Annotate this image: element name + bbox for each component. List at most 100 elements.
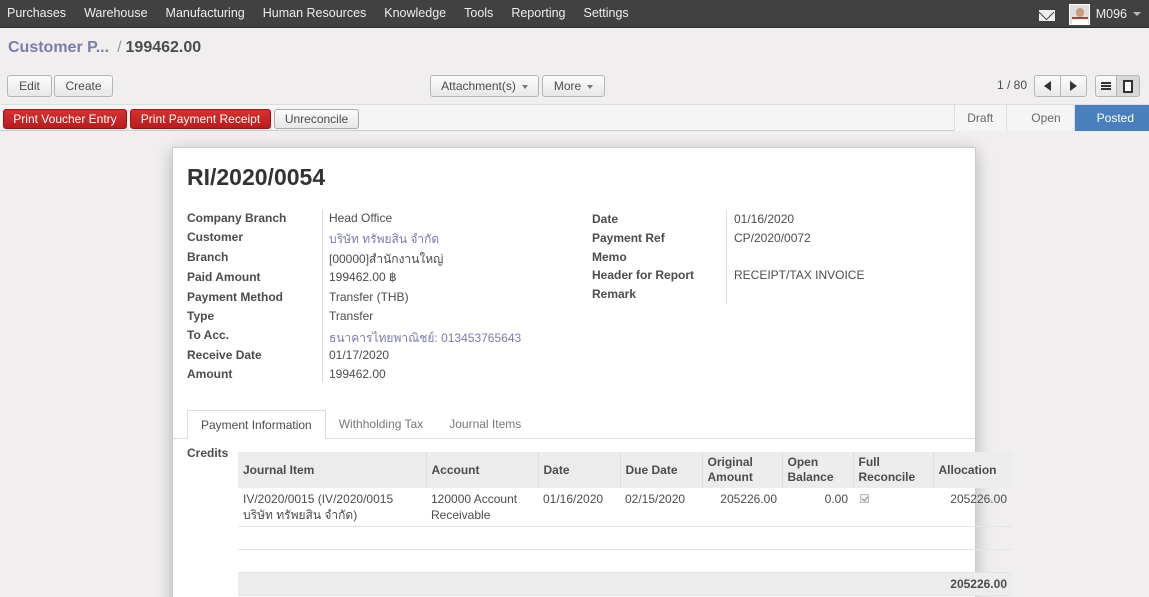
unreconcile-button[interactable]: Unreconcile — [274, 109, 359, 129]
value-date: 01/16/2020 — [734, 212, 795, 226]
menu-human-resources[interactable]: Human Resources — [254, 0, 376, 28]
label-payment-method: Payment Method — [187, 290, 284, 304]
stage-posted[interactable]: Posted — [1073, 105, 1149, 131]
column-header-date[interactable]: Date — [537, 452, 620, 488]
label-date: Date — [592, 212, 619, 226]
label-to-account: To Acc. — [187, 328, 230, 342]
notebook-tabs: Payment Information Withholding Tax Jour… — [187, 410, 534, 439]
menu-tools[interactable]: Tools — [455, 0, 502, 28]
status-stages: Draft Open Posted — [954, 105, 1149, 131]
value-customer[interactable]: บริษัท ทรัพยสิน จำกัด — [329, 230, 439, 249]
cell-due-date: 02/15/2020 — [620, 488, 702, 527]
cell-allocation: 205226.00 — [933, 488, 1012, 527]
table-footer-row: 205226.00 — [238, 572, 1012, 596]
chevron-down-icon[interactable] — [1133, 12, 1141, 16]
attachments-button[interactable]: Attachment(s) — [430, 75, 539, 97]
print-receipt-label: Print Payment Receipt — [140, 112, 261, 126]
label-memo: Memo — [592, 250, 627, 264]
value-paid-amount: 199462.00 ฿ — [329, 270, 397, 284]
menu-knowledge[interactable]: Knowledge — [375, 0, 455, 28]
breadcrumb-parent[interactable]: Customer P... — [8, 39, 109, 56]
tab-journal-items[interactable]: Journal Items — [436, 410, 534, 439]
pager-previous-button[interactable] — [1034, 75, 1061, 97]
column-header-open-balance[interactable]: Open Balance — [781, 452, 853, 488]
unreconcile-label: Unreconcile — [284, 112, 349, 126]
credits-label: Credits — [187, 446, 229, 460]
tab-withholding-tax[interactable]: Withholding Tax — [326, 410, 437, 439]
pager-next-button[interactable] — [1060, 75, 1087, 97]
stage-draft[interactable]: Draft — [954, 105, 1007, 131]
menu-manufacturing[interactable]: Manufacturing — [157, 0, 254, 28]
breadcrumb-current: 199462.00 — [125, 39, 202, 56]
status-bar: Print Voucher Entry Print Payment Receip… — [0, 104, 1149, 131]
label-header-for-report: Header for Report — [592, 268, 695, 282]
edit-button[interactable]: Edit — [7, 75, 52, 97]
form-icon — [1123, 79, 1133, 93]
list-view-button[interactable] — [1095, 75, 1117, 97]
column-header-allocation[interactable]: Allocation — [932, 452, 1012, 488]
value-payment-ref: CP/2020/0072 — [734, 231, 811, 245]
label-branch: Branch — [187, 250, 229, 264]
value-company-branch: Head Office — [329, 211, 393, 225]
stage-open[interactable]: Open — [1006, 105, 1074, 131]
create-button-label: Create — [65, 79, 102, 93]
cell-full-reconcile — [853, 488, 933, 527]
top-navbar: Purchases Warehouse Manufacturing Human … — [0, 0, 1149, 28]
empty-row — [238, 549, 1012, 573]
full-reconcile-checkbox[interactable] — [860, 494, 869, 503]
column-header-journal-item[interactable]: Journal Item — [238, 452, 426, 488]
label-company-branch: Company Branch — [187, 211, 287, 225]
column-header-full-reconcile[interactable]: Full Reconcile — [852, 452, 933, 488]
menu-warehouse[interactable]: Warehouse — [75, 0, 156, 28]
value-header-for-report: RECEIPT/TAX INVOICE — [734, 268, 865, 282]
column-header-account[interactable]: Account — [425, 452, 538, 488]
chevron-down-icon — [521, 85, 528, 89]
attachments-label: Attachment(s) — [441, 79, 516, 93]
avatar[interactable] — [1068, 3, 1090, 25]
value-to-account[interactable]: ธนาคารไทยพาณิชย์: 013453765643 — [329, 329, 521, 348]
mail-icon[interactable] — [1038, 10, 1055, 21]
menu-reporting[interactable]: Reporting — [502, 0, 574, 28]
print-payment-receipt-button[interactable]: Print Payment Receipt — [130, 109, 271, 129]
credits-table: Journal Item Account Date Due Date Origi… — [238, 452, 1012, 596]
cell-open-balance: 0.00 — [782, 488, 853, 527]
control-panel: Customer P... /199462.00 Edit Create Atta… — [0, 28, 1149, 104]
label-paid-amount: Paid Amount — [187, 270, 261, 284]
menu-purchases[interactable]: Purchases — [0, 0, 75, 28]
menu-settings[interactable]: Settings — [575, 0, 638, 28]
user-area: M096 — [1038, 0, 1141, 28]
cell-date: 01/16/2020 — [538, 488, 620, 527]
cell-account: 120000 Account Receivable — [426, 488, 538, 527]
breadcrumb: Customer P... /199462.00 — [8, 39, 201, 57]
value-type: Transfer — [329, 309, 374, 323]
record-title: RI/2020/0054 — [187, 164, 326, 190]
arrow-left-icon — [1044, 81, 1051, 91]
cell-original-amount: 205226.00 — [702, 488, 782, 527]
value-receive-date: 01/17/2020 — [329, 348, 390, 362]
breadcrumb-separator: / — [117, 39, 122, 56]
form-sheet: RI/2020/0054 Company Branch Head Office … — [172, 147, 1012, 597]
empty-row — [238, 526, 1012, 550]
create-button[interactable]: Create — [54, 75, 113, 97]
label-amount: Amount — [187, 367, 233, 381]
value-branch: [00000]สำนักงานใหญ่ — [329, 252, 444, 266]
label-remark: Remark — [592, 287, 637, 301]
form-view-button[interactable] — [1116, 75, 1140, 97]
column-header-due-date[interactable]: Due Date — [619, 452, 702, 488]
left-group-divider — [322, 210, 323, 382]
user-name[interactable]: M096 — [1096, 7, 1127, 21]
table-row[interactable]: IV/2020/0015 (IV/2020/0015 บริษัท ทรัพยส… — [238, 488, 1012, 527]
value-amount: 199462.00 — [329, 367, 386, 381]
chevron-down-icon — [587, 85, 594, 89]
column-header-original-amount[interactable]: Original Amount — [701, 452, 782, 488]
tab-payment-information[interactable]: Payment Information — [187, 410, 326, 439]
print-voucher-entry-button[interactable]: Print Voucher Entry — [3, 109, 127, 129]
pager-value[interactable]: 1 / 80 — [997, 78, 1027, 92]
right-group-divider — [726, 210, 727, 304]
arrow-right-icon — [1070, 81, 1077, 91]
cell-journal-item: IV/2020/0015 (IV/2020/0015 บริษัท ทรัพยส… — [238, 488, 426, 527]
more-button[interactable]: More — [542, 75, 605, 97]
list-icon — [1101, 82, 1111, 90]
print-voucher-label: Print Voucher Entry — [13, 112, 117, 126]
total-allocation: 205226.00 — [933, 572, 1012, 596]
